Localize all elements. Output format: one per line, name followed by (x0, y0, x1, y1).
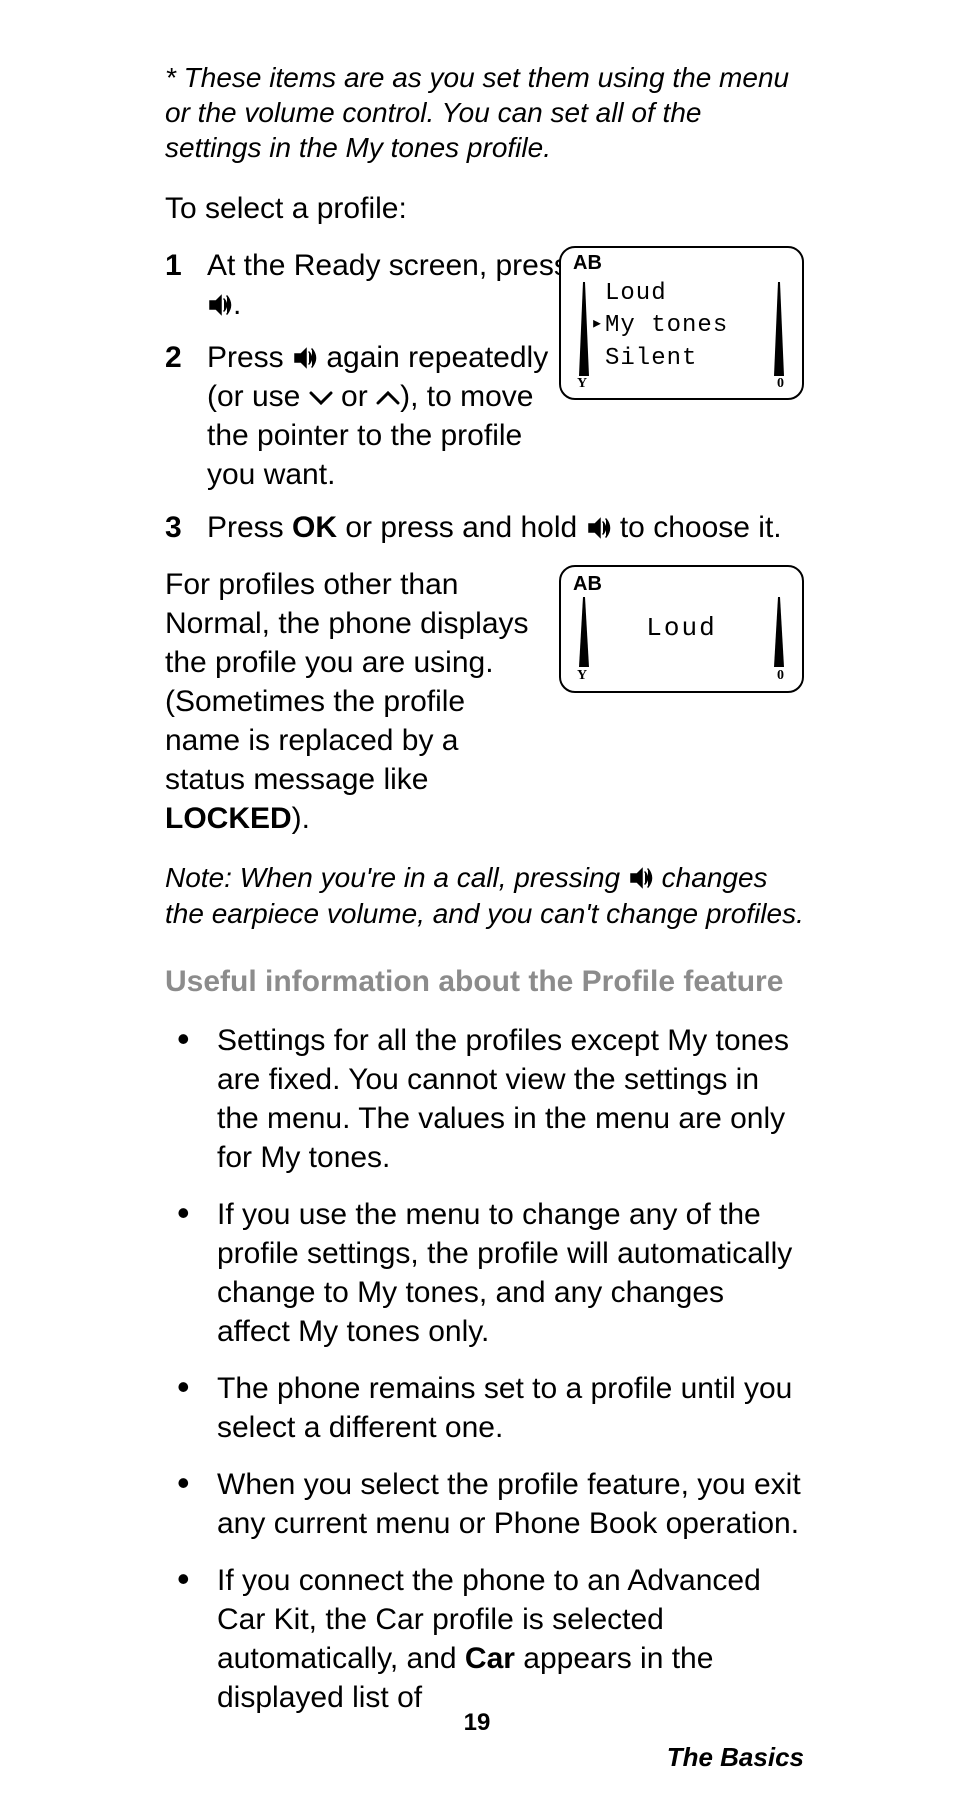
profile-display-note: AB Y 0 Loud For profiles other than Norm… (165, 565, 804, 838)
list-item: The phone remains set to a profile until… (165, 1369, 804, 1447)
manual-page: * These items are as you set them using … (0, 0, 954, 1803)
step-number: 1 (165, 246, 207, 324)
sound-key-icon (292, 347, 318, 369)
signal-bar-left-icon (579, 282, 589, 376)
section-heading: Useful information about the Profile fea… (165, 965, 804, 999)
locked-label: LOCKED (165, 802, 292, 835)
list-item: If you use the menu to change any of the… (165, 1195, 804, 1351)
page-number: 19 (0, 1709, 954, 1737)
profile-list: Loud My tones Silent (605, 278, 728, 375)
car-label: Car (465, 1642, 515, 1675)
para-text-b: ). (292, 802, 310, 835)
battery-bar-right-icon (774, 282, 784, 376)
sound-key-icon (586, 517, 612, 539)
list-item: Settings for all the profiles except My … (165, 1021, 804, 1177)
battery-label: 0 (777, 376, 784, 392)
step-3: 3 Press OK or press and hold to choose i… (165, 508, 804, 547)
sound-key-icon (628, 867, 654, 889)
list-item: When you select the profile feature, you… (165, 1465, 804, 1543)
screen-header-ab: AB (573, 252, 602, 275)
step-text: Press (207, 341, 292, 374)
signal-bar-left-icon (579, 597, 589, 667)
signal-label: Y (577, 667, 587, 685)
phone-mockup-profile-list: AB Y 0 ▸ Loud My tones Silent (559, 246, 804, 400)
para-text-a: For profiles other than Normal, the phon… (165, 568, 529, 796)
battery-label: 0 (777, 667, 784, 685)
sound-key-icon (207, 294, 233, 316)
signal-label: Y (577, 376, 587, 392)
note-text: Note: When you're in a call, pressing ch… (165, 860, 804, 933)
ok-label: OK (292, 511, 337, 544)
battery-bar-right-icon (774, 597, 784, 667)
profile-item-silent: Silent (605, 343, 728, 375)
footnote-text: * These items are as you set them using … (165, 60, 804, 165)
intro-text: To select a profile: (165, 189, 804, 228)
note-pre: Note: When you're in a call, pressing (165, 862, 628, 893)
step-text-end: . (233, 288, 241, 321)
step-text-mid: or press and hold (337, 511, 585, 544)
profile-item-loud: Loud (605, 278, 728, 310)
ordered-steps: AB Y 0 ▸ Loud My tones Silent 1 At the R… (165, 246, 804, 547)
step-text-or: or (333, 380, 376, 413)
active-profile-label: Loud (646, 612, 716, 646)
section-footer: The Basics (667, 1742, 804, 1773)
screen-header-ab: AB (573, 571, 602, 597)
phone-mockup-profile-active: AB Y 0 Loud (559, 565, 804, 693)
step-text: At the Ready screen, press (207, 249, 569, 282)
step-text-post: to choose it. (612, 511, 782, 544)
list-item: If you connect the phone to an Advanced … (165, 1561, 804, 1717)
bullet-list: Settings for all the profiles except My … (165, 1021, 804, 1717)
step-number: 2 (165, 338, 207, 494)
step-text: Press (207, 511, 292, 544)
down-arrow-icon (309, 391, 333, 405)
step-number: 3 (165, 508, 207, 547)
profile-item-mytones: My tones (605, 310, 728, 342)
up-arrow-icon (376, 391, 400, 405)
pointer-icon: ▸ (591, 310, 603, 336)
